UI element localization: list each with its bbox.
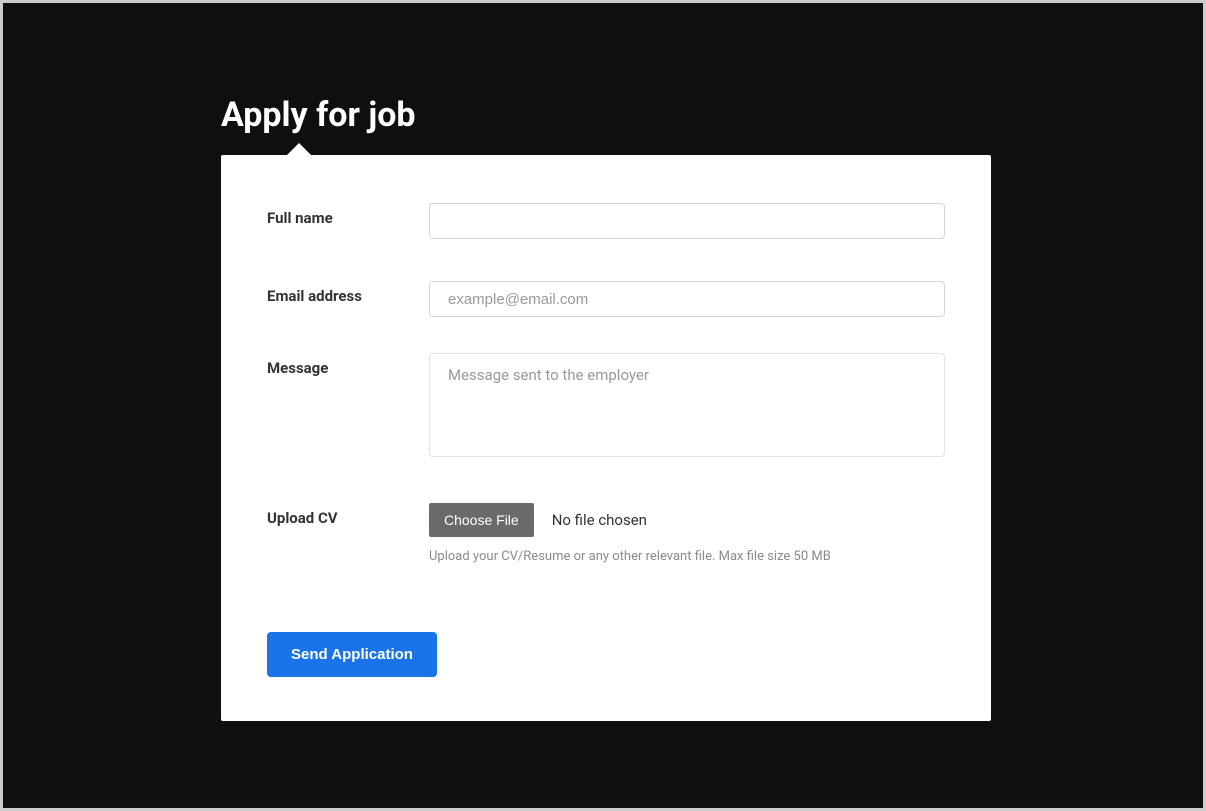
message-row: Message: [267, 353, 945, 461]
application-form-card: Full name Email address Message Upload C…: [221, 155, 991, 721]
fullname-label: Full name: [267, 203, 429, 227]
upload-label: Upload CV: [267, 503, 429, 527]
page-background: Apply for job Full name Email address Me…: [3, 3, 1203, 808]
page-title: Apply for job: [221, 95, 416, 135]
upload-field-wrap: Choose File No file chosen Upload your C…: [429, 503, 945, 564]
message-textarea[interactable]: [429, 353, 945, 457]
message-label: Message: [267, 353, 429, 377]
email-label: Email address: [267, 281, 429, 305]
email-row: Email address: [267, 281, 945, 317]
file-picker-row: Choose File No file chosen: [429, 503, 945, 537]
message-field-wrap: [429, 353, 945, 461]
email-field-wrap: [429, 281, 945, 317]
fullname-field-wrap: [429, 203, 945, 239]
fullname-row: Full name: [267, 203, 945, 239]
upload-row: Upload CV Choose File No file chosen Upl…: [267, 503, 945, 564]
fullname-input[interactable]: [429, 203, 945, 239]
email-input[interactable]: [429, 281, 945, 317]
choose-file-button[interactable]: Choose File: [429, 503, 534, 537]
file-status-text: No file chosen: [552, 511, 647, 529]
send-application-button[interactable]: Send Application: [267, 632, 437, 677]
upload-hint-text: Upload your CV/Resume or any other relev…: [429, 549, 945, 564]
card-arrow-icon: [287, 143, 311, 155]
